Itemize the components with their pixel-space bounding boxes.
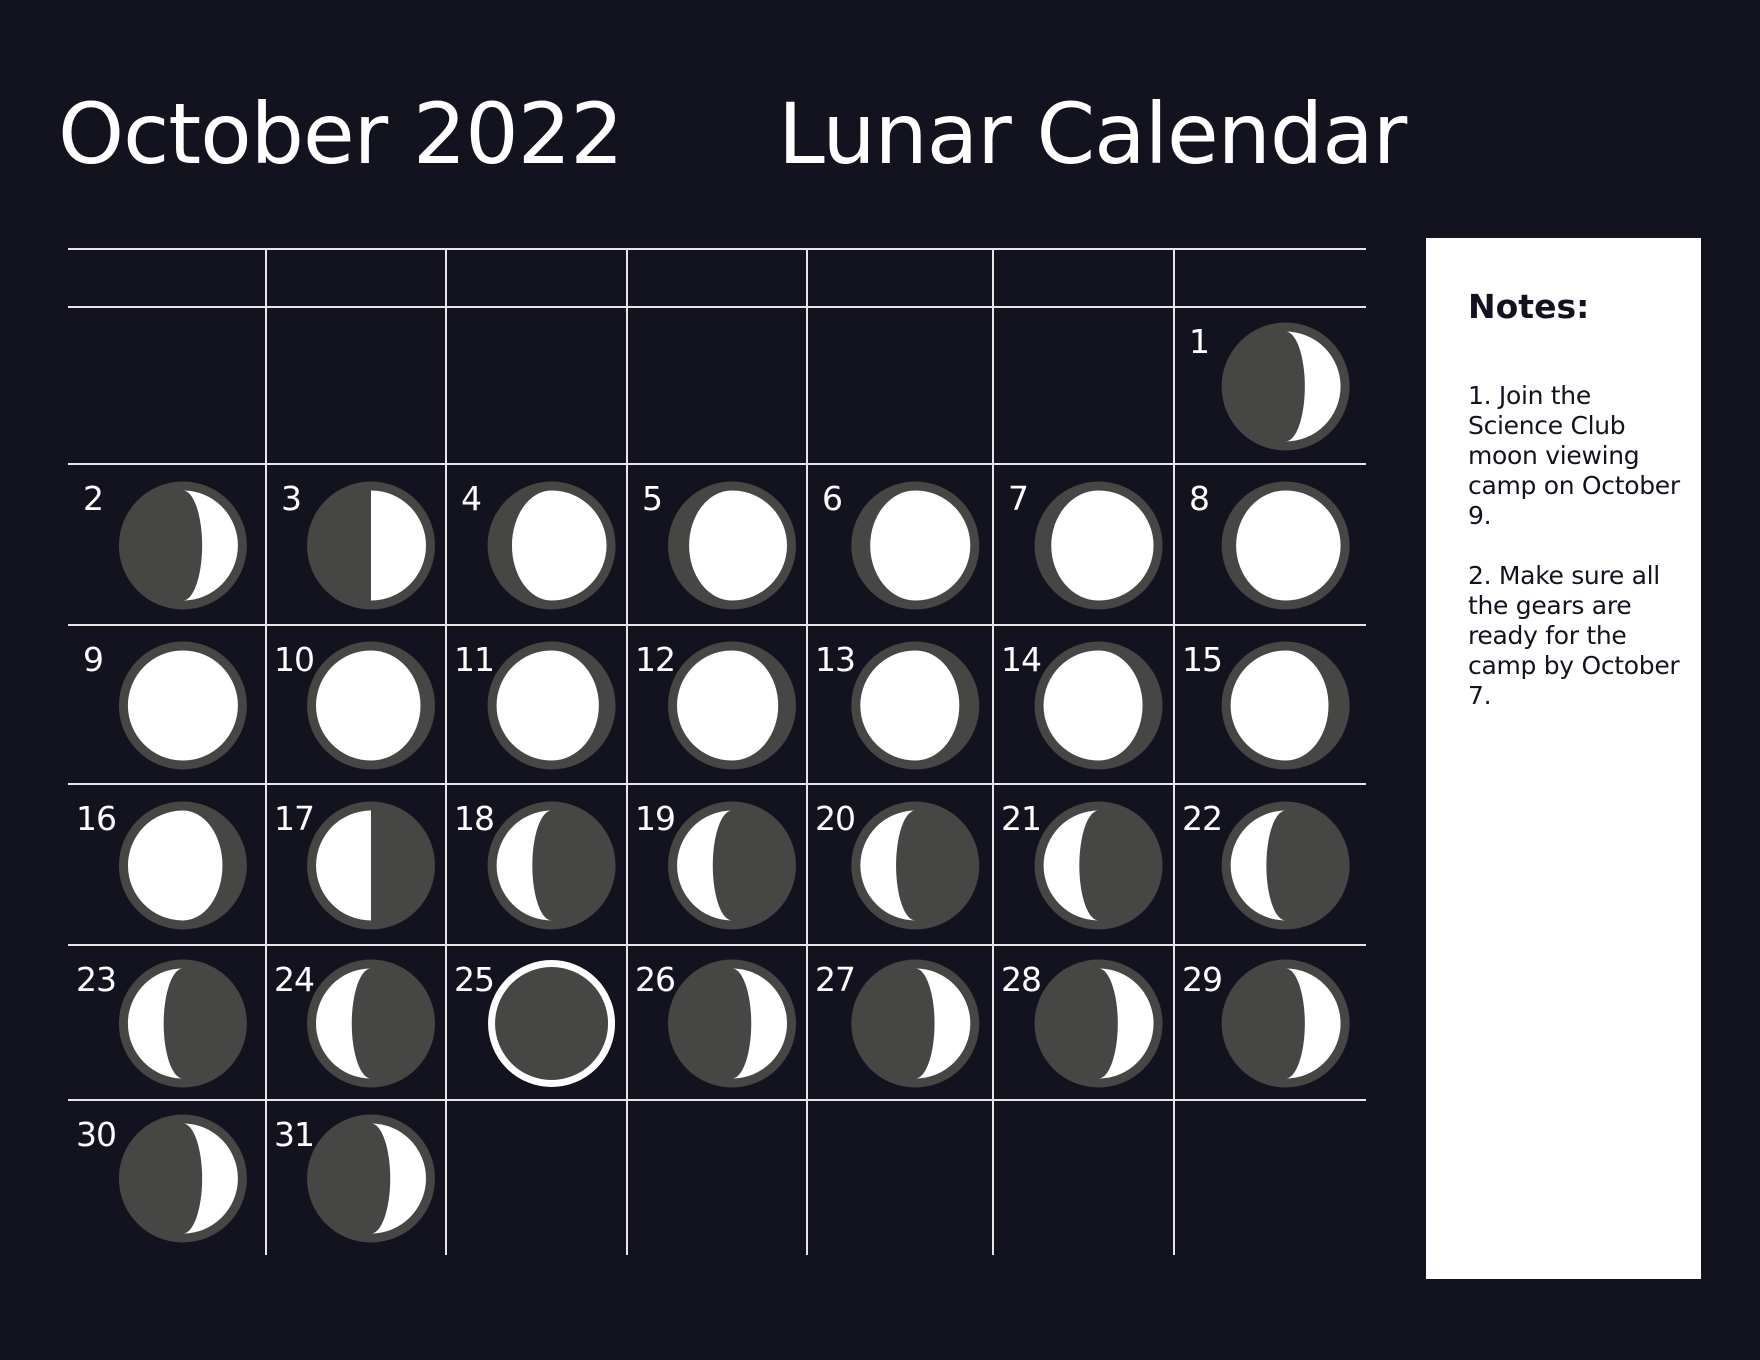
day-number: 23 [76, 960, 117, 999]
day-number: 4 [461, 479, 482, 518]
day-number: 19 [635, 799, 676, 838]
moon-icon [1034, 801, 1163, 930]
moon-icon [118, 801, 247, 930]
day-number: 30 [76, 1115, 117, 1154]
moon-icon [1034, 959, 1163, 1088]
moon-icon [668, 641, 796, 770]
moon-icon [668, 481, 796, 610]
day-number: 8 [1189, 479, 1210, 518]
full-moon-lit [127, 650, 238, 761]
moon-icon [851, 481, 980, 610]
moon-icon [1221, 801, 1350, 930]
moon-icon [118, 481, 247, 610]
new-moon-icon [488, 960, 616, 1087]
day-number: 15 [1182, 640, 1223, 679]
day-number: 26 [635, 960, 676, 999]
day-number: 6 [822, 479, 843, 518]
moon-icon [118, 641, 247, 770]
moon-icon [668, 959, 796, 1088]
day-number: 14 [1001, 640, 1042, 679]
moon-icon [1221, 641, 1350, 770]
moon-icon [488, 960, 616, 1087]
moon-icon [1034, 641, 1163, 770]
moon-icon [118, 959, 247, 1088]
day-number: 2 [83, 479, 104, 518]
day-number: 27 [815, 960, 856, 999]
day-number: 25 [454, 960, 495, 999]
moon-icon [851, 959, 980, 1088]
day-number: 28 [1001, 960, 1042, 999]
day-number: 17 [274, 799, 315, 838]
day-number: 20 [815, 799, 856, 838]
moon-icon [307, 959, 435, 1088]
moon-icon [1221, 959, 1350, 1088]
day-number: 9 [83, 640, 104, 679]
moon-icon [307, 481, 435, 610]
moon-icons [118, 322, 1350, 1243]
note-item: 1. Join the Science Club moon viewing ca… [1468, 381, 1680, 530]
day-number: 10 [274, 640, 315, 679]
moon-icon [487, 641, 616, 770]
day-number: 12 [635, 640, 676, 679]
note-item: 2. Make sure all the gears are ready for… [1468, 561, 1680, 710]
moon-icon [1221, 322, 1350, 451]
moon-icon [851, 641, 980, 770]
day-number: 18 [454, 799, 495, 838]
moon-icon [851, 801, 980, 930]
moon-icon [1034, 481, 1163, 610]
day-number: 24 [274, 960, 315, 999]
moon-icon [307, 1114, 435, 1243]
day-number: 16 [76, 799, 117, 838]
day-number: 1 [1189, 322, 1210, 361]
day-number: 22 [1182, 799, 1223, 838]
day-number: 11 [454, 640, 495, 679]
notes-title: Notes: [1468, 287, 1590, 326]
moon-icon [668, 801, 796, 930]
moon-icon [307, 801, 435, 930]
day-number: 13 [815, 640, 856, 679]
moon-icon [1221, 481, 1350, 610]
day-number: 31 [274, 1115, 315, 1154]
moon-icon [307, 641, 435, 770]
day-number: 7 [1008, 479, 1029, 518]
day-number: 3 [281, 479, 302, 518]
moon-icon [487, 801, 616, 930]
moon-icon [118, 1114, 247, 1243]
day-number: 21 [1001, 799, 1042, 838]
moon-icon [487, 481, 616, 610]
day-number: 29 [1182, 960, 1223, 999]
day-number: 5 [642, 479, 663, 518]
notes-panel: Notes: 1. Join the Science Club moon vie… [1426, 238, 1701, 1279]
